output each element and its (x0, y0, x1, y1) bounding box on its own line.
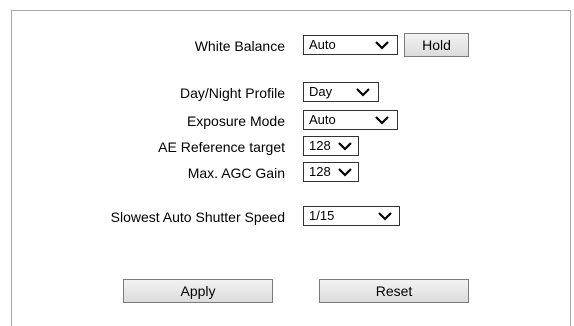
chevron-down-icon (356, 87, 370, 97)
white-balance-label: White Balance (194, 38, 285, 54)
chevron-down-icon (375, 115, 389, 125)
max-agc-gain-row: Max. AGC Gain 128 (12, 162, 572, 184)
day-night-profile-select[interactable]: Day (303, 82, 379, 102)
chevron-down-icon (378, 211, 392, 221)
hold-button[interactable]: Hold (404, 33, 469, 57)
max-agc-gain-label: Max. AGC Gain (187, 165, 285, 181)
slowest-auto-shutter-speed-value: 1/15 (309, 208, 335, 223)
reset-button[interactable]: Reset (319, 279, 469, 303)
white-balance-select[interactable]: Auto (303, 35, 398, 55)
chevron-down-icon (338, 141, 352, 151)
slowest-auto-shutter-speed-row: Slowest Auto Shutter Speed 1/15 (12, 206, 572, 228)
exposure-mode-select[interactable]: Auto (303, 110, 398, 130)
apply-button[interactable]: Apply (123, 279, 273, 303)
ae-reference-target-row: AE Reference target 128 (12, 136, 572, 158)
slowest-auto-shutter-speed-label: Slowest Auto Shutter Speed (110, 209, 285, 225)
ae-reference-target-label: AE Reference target (158, 139, 285, 155)
exposure-mode-row: Exposure Mode Auto (12, 110, 572, 132)
day-night-profile-value: Day (309, 84, 333, 99)
day-night-profile-row: Day/Night Profile Day (12, 82, 572, 104)
chevron-down-icon (338, 167, 352, 177)
white-balance-row: White Balance Auto Hold (12, 33, 572, 57)
day-night-profile-label: Day/Night Profile (179, 85, 285, 101)
exposure-mode-value: Auto (309, 112, 336, 127)
ae-reference-target-select[interactable]: 128 (303, 136, 359, 156)
max-agc-gain-value: 128 (309, 164, 331, 179)
white-balance-value: Auto (309, 37, 336, 52)
camera-settings-panel: White Balance Auto Hold Day/Night Profil… (11, 10, 571, 326)
exposure-mode-label: Exposure Mode (186, 113, 285, 129)
chevron-down-icon (375, 40, 389, 50)
slowest-auto-shutter-speed-select[interactable]: 1/15 (303, 206, 400, 226)
ae-reference-target-value: 128 (309, 138, 331, 153)
max-agc-gain-select[interactable]: 128 (303, 162, 359, 182)
